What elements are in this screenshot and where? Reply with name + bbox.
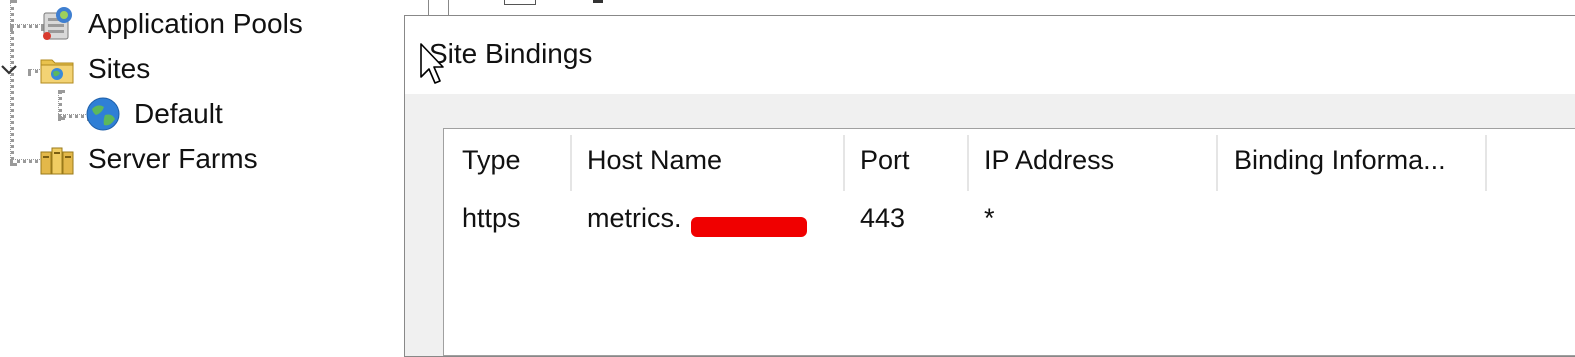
cell-host-name: metrics. xyxy=(587,203,682,233)
tree-item-label: Default xyxy=(134,98,223,129)
site-bindings-dialog: Site Bindings Type Host Name Port IP Add… xyxy=(404,15,1575,357)
column-header-type[interactable]: Type xyxy=(462,129,562,191)
chevron-down-icon[interactable] xyxy=(0,58,18,86)
cell-ip-address: * xyxy=(984,203,995,233)
tree-item-application-pools[interactable]: Application Pools xyxy=(38,2,303,46)
bindings-header-row: Type Host Name Port IP Address Binding I… xyxy=(444,129,1575,191)
column-divider[interactable] xyxy=(967,135,969,191)
folder-sites-icon xyxy=(38,50,76,88)
column-divider[interactable] xyxy=(570,135,572,191)
column-divider[interactable] xyxy=(843,135,845,191)
tree-item-label: Application Pools xyxy=(88,8,303,39)
column-header-label: Host Name xyxy=(587,144,723,175)
bindings-list[interactable]: Type Host Name Port IP Address Binding I… xyxy=(443,128,1575,356)
tree-item-label: Server Farms xyxy=(88,143,258,174)
column-header-label: IP Address xyxy=(984,144,1115,175)
server-farm-icon xyxy=(38,140,76,178)
dialog-title: Site Bindings xyxy=(429,38,593,69)
tree-item-sites[interactable]: Sites xyxy=(38,47,150,91)
tree-item-server-farms[interactable]: Server Farms xyxy=(38,137,258,181)
globe-icon xyxy=(84,95,122,133)
cell-port: 443 xyxy=(860,203,906,233)
column-header-port[interactable]: Port xyxy=(860,129,960,191)
column-header-binding-information[interactable]: Binding Informa... xyxy=(1234,129,1484,191)
column-divider[interactable] xyxy=(1216,135,1218,191)
column-header-label: Type xyxy=(462,144,521,175)
toolbar-item-fragment xyxy=(504,0,536,5)
panel-divider xyxy=(448,0,449,16)
tree-item-default-site[interactable]: Default xyxy=(84,92,223,136)
column-header-host-name[interactable]: Host Name xyxy=(587,129,837,191)
toolbar-item-fragment xyxy=(593,0,603,3)
connections-tree: Application Pools Sites Default Server F… xyxy=(0,0,400,346)
panel-divider xyxy=(428,0,429,16)
table-row[interactable]: https metrics. 443 * xyxy=(444,193,1575,237)
background-window-edge xyxy=(428,0,1575,16)
column-header-ip-address[interactable]: IP Address xyxy=(984,129,1204,191)
dialog-titlebar[interactable]: Site Bindings xyxy=(405,16,1575,94)
redaction-mark xyxy=(691,217,807,237)
app-pools-icon xyxy=(38,5,76,43)
column-header-label: Binding Informa... xyxy=(1234,144,1446,175)
tree-item-label: Sites xyxy=(88,53,151,84)
mouse-cursor-icon xyxy=(420,43,444,92)
column-divider[interactable] xyxy=(1485,135,1487,191)
column-header-label: Port xyxy=(860,144,910,175)
cell-type: https xyxy=(462,203,521,233)
